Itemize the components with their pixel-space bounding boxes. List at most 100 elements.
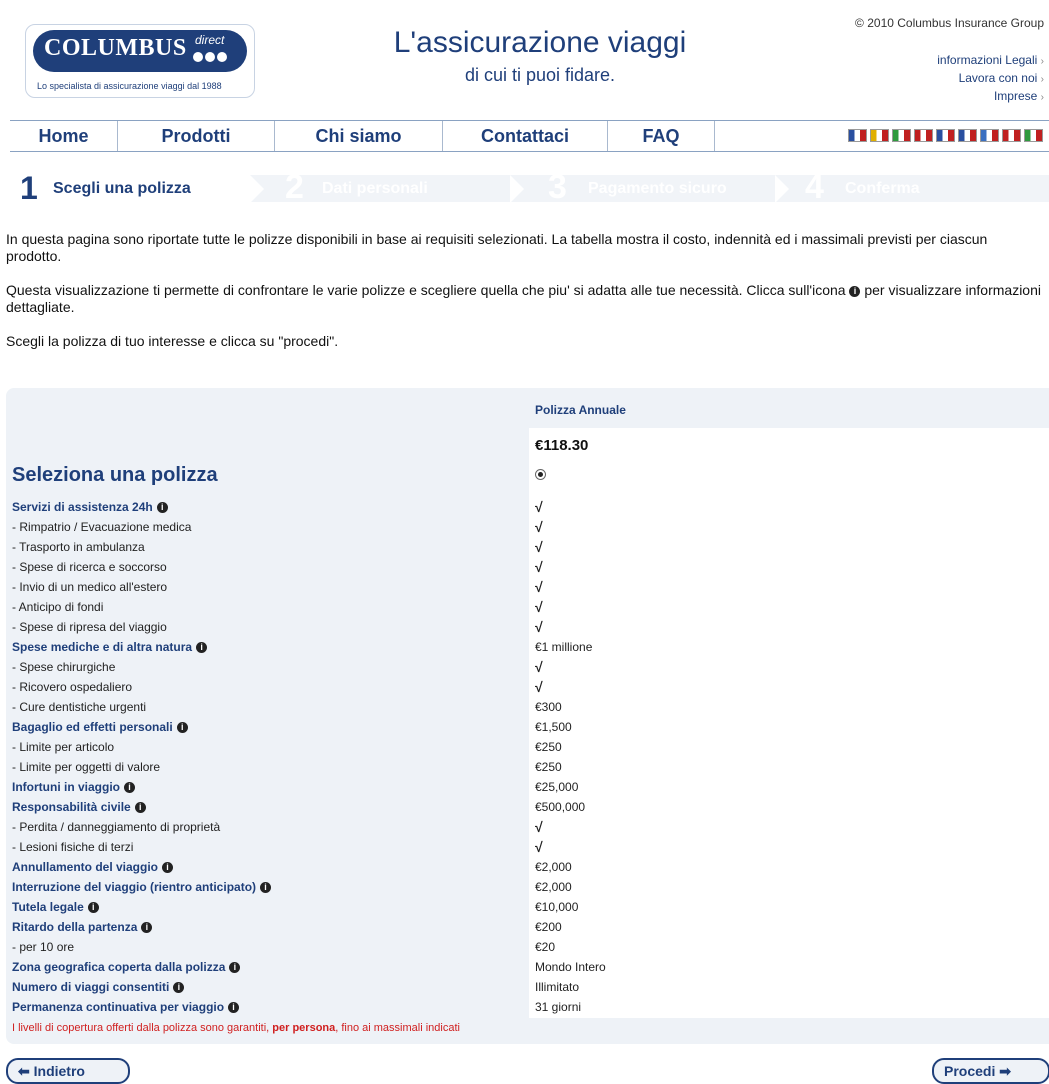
link-legal[interactable]: informazioni Legali › xyxy=(937,52,1044,70)
coverage-value: €10,000 xyxy=(535,900,579,914)
link-legal-label: informazioni Legali xyxy=(937,53,1038,67)
chevron-right-icon: › xyxy=(1040,74,1044,85)
france-flag-icon[interactable] xyxy=(936,129,955,142)
coverage-value: €1,500 xyxy=(535,720,572,734)
coverage-value: €25,000 xyxy=(535,780,579,794)
coverage-label: - Limite per oggetti di valore xyxy=(12,757,535,777)
uk-flag-icon[interactable] xyxy=(848,129,867,142)
netherlands-flag-icon[interactable] xyxy=(1002,129,1021,142)
step-4-number: 4 xyxy=(805,168,824,206)
coverage-value: €200 xyxy=(535,920,562,934)
coverage-value: 31 giorni xyxy=(535,1000,582,1014)
coverage-label-text: - Limite per articolo xyxy=(12,740,115,754)
info-icon[interactable]: i xyxy=(124,782,135,794)
nav-about[interactable]: Chi siamo xyxy=(275,121,443,151)
coverage-value: €2,000 xyxy=(535,880,572,894)
link-business-label: Imprese xyxy=(993,89,1038,103)
coverage-label: - Lesioni fisiche di terzi xyxy=(12,837,535,857)
footnote-part-1: I livelli di copertura offerti dalla pol… xyxy=(12,1022,273,1034)
nordic-flag-icon[interactable] xyxy=(958,129,977,142)
coverage-label: Spese mediche e di altra natura i xyxy=(12,637,535,657)
back-button-label: Indietro xyxy=(33,1063,85,1079)
check-icon: √ xyxy=(535,519,543,535)
nav-faq[interactable]: FAQ xyxy=(608,121,715,151)
coverage-row: Zona geografica coperta dalla polizza i Mo… xyxy=(12,957,1042,977)
info-icon[interactable]: i xyxy=(156,502,168,514)
coverage-row: - Invio di un medico all'estero √ xyxy=(12,577,1042,597)
policy-radio[interactable] xyxy=(535,469,546,480)
info-icon[interactable]: i xyxy=(176,722,188,734)
arrow-left-icon: ⬅ xyxy=(18,1063,30,1079)
header-title: L'assicurazione viaggi xyxy=(393,26,687,59)
select-policy-title: Seleziona una polizza xyxy=(12,464,218,486)
copyright: © 2010 Columbus Insurance Group xyxy=(855,16,1044,30)
ireland-flag-icon[interactable] xyxy=(1024,129,1043,142)
coverage-label-text: Annullamento del viaggio xyxy=(12,860,159,874)
nav-home[interactable]: Home xyxy=(10,121,118,151)
info-icon[interactable]: i xyxy=(87,902,99,914)
nav-contact[interactable]: Contattaci xyxy=(443,121,608,151)
coverage-row: Responsabilità civile i €500,000 xyxy=(12,797,1042,817)
footnote-part-2: , fino ai massimali indicati xyxy=(335,1022,460,1034)
coverage-label-text: Zona geografica coperta dalla polizza xyxy=(12,960,226,974)
info-icon[interactable]: i xyxy=(134,802,146,814)
coverage-row: - Spese di ripresa del viaggio √ xyxy=(12,617,1042,637)
coverage-value: €2,000 xyxy=(535,860,572,874)
info-icon[interactable]: i xyxy=(141,922,153,934)
coverage-label-text: - Limite per oggetti di valore xyxy=(12,760,161,774)
coverage-label-text: - Lesioni fisiche di terzi xyxy=(12,840,134,854)
info-icon[interactable]: i xyxy=(228,1002,240,1014)
coverage-label: - per 10 ore xyxy=(12,937,535,957)
link-careers-label: Lavora con noi xyxy=(958,71,1038,85)
coverage-label: - Rimpatrio / Evacuazione medica xyxy=(12,517,535,537)
check-icon: √ xyxy=(535,599,543,615)
info-icon[interactable]: i xyxy=(260,882,272,894)
nav-products[interactable]: Prodotti xyxy=(118,121,275,151)
spain-flag-icon[interactable] xyxy=(870,129,889,142)
check-icon: √ xyxy=(535,579,543,595)
check-icon: √ xyxy=(535,619,543,635)
coverage-label-text: Bagaglio ed effetti personali xyxy=(12,720,173,734)
coverage-label: - Spese di ricerca e soccorso xyxy=(12,557,535,577)
coverage-label: Numero di viaggi consentiti i xyxy=(12,977,535,997)
coverage-label: Servizi di assistenza 24h i xyxy=(12,497,535,517)
coverage-row: Permanenza continuativa per viaggio i 31 g… xyxy=(12,997,1042,1017)
coverage-label-text: - per 10 ore xyxy=(12,940,75,954)
link-careers[interactable]: Lavora con noi › xyxy=(937,70,1044,88)
coverage-label: - Anticipo di fondi xyxy=(12,597,535,617)
proceed-button[interactable]: Procedi ➡ xyxy=(932,1058,1049,1084)
back-button[interactable]: ⬅ Indietro xyxy=(6,1058,130,1084)
coverage-row: Numero di viaggi consentiti i Illimitato xyxy=(12,977,1042,997)
footnote-emphasis: per persona xyxy=(272,1022,336,1034)
coverage-row: Interruzione del viaggio (rientro antici… xyxy=(12,877,1042,897)
footnote: I livelli di copertura offerti dalla pol… xyxy=(12,1022,460,1034)
main-nav: Home Prodotti Chi siamo Contattaci FAQ xyxy=(10,120,1049,152)
coverage-value: €250 xyxy=(535,740,562,754)
language-flags xyxy=(848,129,1043,142)
coverage-label: - Perdita / danneggiamento di proprietà xyxy=(12,817,535,837)
greece-flag-icon[interactable] xyxy=(980,129,999,142)
coverage-label-text: - Spese chirurgiche xyxy=(12,660,116,674)
info-icon[interactable]: i xyxy=(173,982,185,994)
step-separator xyxy=(250,175,264,203)
coverage-label-text: - Rimpatrio / Evacuazione medica xyxy=(12,520,192,534)
coverage-row: - Spese di ricerca e soccorso √ xyxy=(12,557,1042,577)
italy-flag-icon[interactable] xyxy=(892,129,911,142)
coverage-label: - Cure dentistiche urgenti xyxy=(12,697,535,717)
coverage-label: Responsabilità civile i xyxy=(12,797,535,817)
coverage-label-text: Responsabilità civile xyxy=(12,800,131,814)
info-icon[interactable]: i xyxy=(162,862,174,874)
coverage-value: €500,000 xyxy=(535,800,586,814)
info-icon[interactable]: i xyxy=(229,962,241,974)
step-separator xyxy=(510,175,524,203)
germany-flag-icon[interactable] xyxy=(914,129,933,142)
info-icon: i xyxy=(849,285,861,297)
coverage-value: Mondo Intero xyxy=(535,960,606,974)
check-icon: √ xyxy=(535,539,543,555)
coverage-label-text: Infortuni in viaggio xyxy=(12,780,120,794)
link-business[interactable]: Imprese › xyxy=(937,88,1044,106)
coverage-label: Zona geografica coperta dalla polizza i xyxy=(12,957,535,977)
info-icon[interactable]: i xyxy=(196,642,208,654)
chevron-right-icon: › xyxy=(1040,56,1044,67)
coverage-label-text: Servizi di assistenza 24h xyxy=(12,500,153,514)
